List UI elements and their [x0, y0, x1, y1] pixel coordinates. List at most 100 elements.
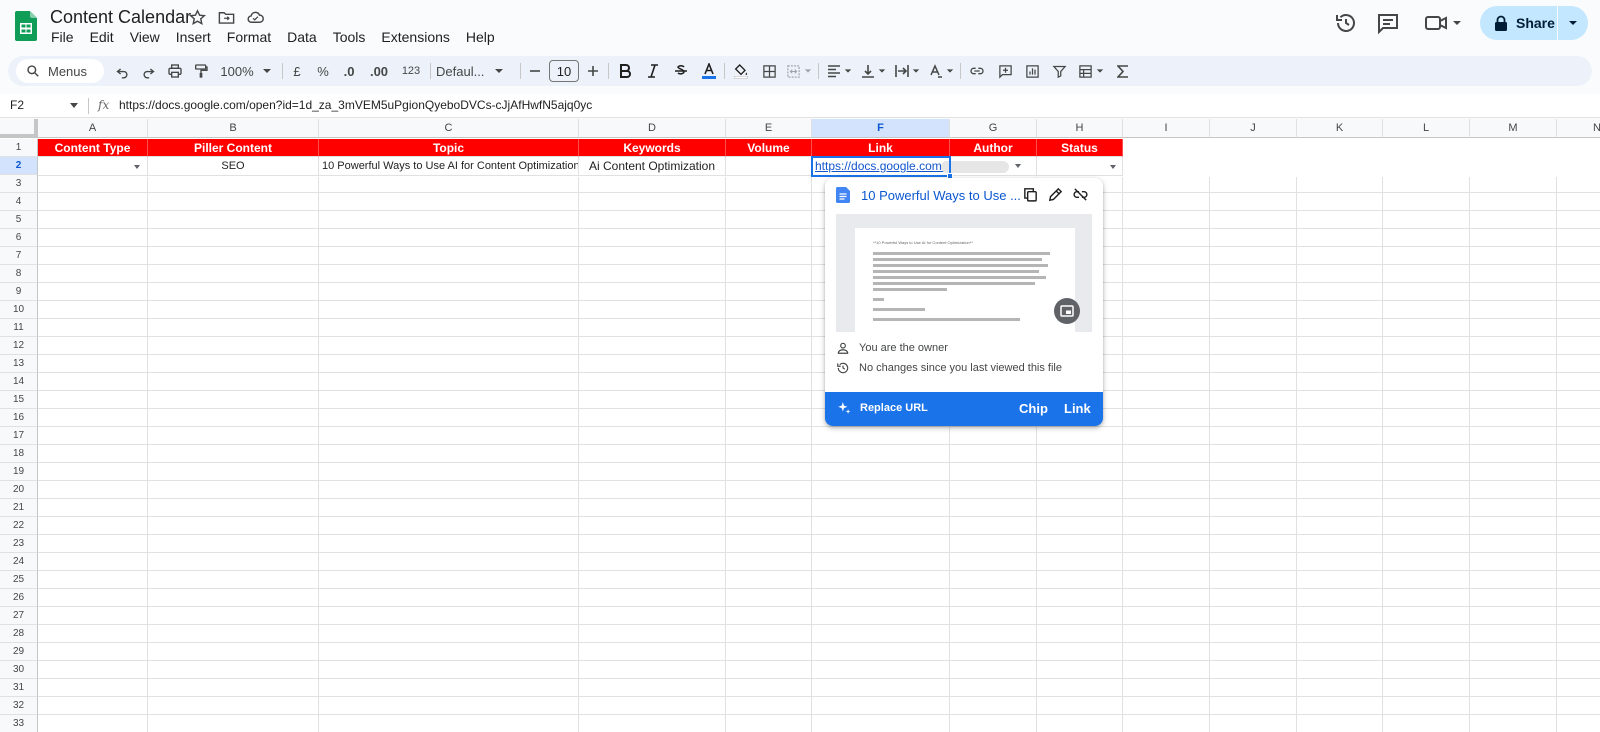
- bold-button[interactable]: [614, 56, 636, 86]
- menu-data[interactable]: Data: [279, 28, 325, 46]
- column-header-n[interactable]: N: [1557, 119, 1600, 138]
- header-cell-keywords[interactable]: Keywords: [579, 139, 726, 157]
- open-preview-button[interactable]: [1054, 298, 1080, 324]
- column-header-b[interactable]: B: [148, 119, 319, 138]
- share-button[interactable]: Share: [1480, 6, 1588, 40]
- row-header-27[interactable]: 27: [0, 607, 38, 625]
- row-header-21[interactable]: 21: [0, 499, 38, 517]
- functions-button[interactable]: [1112, 56, 1134, 86]
- author-chip[interactable]: [941, 161, 1009, 173]
- menu-help[interactable]: Help: [458, 28, 503, 46]
- menu-extensions[interactable]: Extensions: [373, 28, 457, 46]
- column-header-m[interactable]: M: [1470, 119, 1557, 138]
- text-wrapping-button[interactable]: [892, 56, 922, 86]
- link-button[interactable]: Link: [1064, 401, 1091, 416]
- menu-edit[interactable]: Edit: [82, 28, 122, 46]
- print-button[interactable]: [163, 56, 187, 86]
- sheets-logo-icon[interactable]: [15, 11, 37, 41]
- increase-font-size-button[interactable]: [583, 56, 603, 86]
- increase-decimal-button[interactable]: .00: [366, 56, 392, 86]
- column-header-g[interactable]: G: [950, 119, 1037, 138]
- row-header-24[interactable]: 24: [0, 553, 38, 571]
- copy-link-icon[interactable]: [1022, 186, 1039, 203]
- edit-link-icon[interactable]: [1047, 186, 1064, 203]
- header-cell-volume[interactable]: Volume: [726, 139, 812, 157]
- row-header-14[interactable]: 14: [0, 373, 38, 391]
- row-header-8[interactable]: 8: [0, 265, 38, 283]
- decrease-font-size-button[interactable]: [525, 56, 545, 86]
- menu-file[interactable]: File: [43, 28, 82, 46]
- text-color-button[interactable]: [698, 56, 720, 86]
- row-header-31[interactable]: 31: [0, 679, 38, 697]
- row-header-22[interactable]: 22: [0, 517, 38, 535]
- row-header-1[interactable]: 1: [0, 139, 38, 157]
- horizontal-align-button[interactable]: [824, 56, 854, 86]
- cell-a2-content-type-dropdown[interactable]: [38, 157, 148, 176]
- redo-button[interactable]: [136, 56, 160, 86]
- chip-button[interactable]: Chip: [1019, 401, 1048, 416]
- linked-file-title[interactable]: 10 Powerful Ways to Use ...: [861, 188, 1026, 203]
- move-folder-icon[interactable]: [217, 8, 236, 27]
- undo-button[interactable]: [110, 56, 134, 86]
- row-header-10[interactable]: 10: [0, 301, 38, 319]
- cell-d2-keywords[interactable]: Ai Content Optimization: [579, 157, 726, 176]
- borders-button[interactable]: [758, 56, 780, 86]
- search-menus-button[interactable]: Menus: [16, 59, 104, 83]
- font-family-select[interactable]: Defaul...: [436, 56, 516, 86]
- insert-comment-button[interactable]: [994, 56, 1016, 86]
- text-rotation-button[interactable]: [926, 56, 956, 86]
- menu-format[interactable]: Format: [219, 28, 279, 46]
- row-header-12[interactable]: 12: [0, 337, 38, 355]
- column-header-k[interactable]: K: [1297, 119, 1383, 138]
- row-header-13[interactable]: 13: [0, 355, 38, 373]
- fill-color-button[interactable]: [730, 56, 752, 86]
- row-header-26[interactable]: 26: [0, 589, 38, 607]
- row-header-20[interactable]: 20: [0, 481, 38, 499]
- column-header-e[interactable]: E: [726, 119, 812, 138]
- row-header-9[interactable]: 9: [0, 283, 38, 301]
- row-header-25[interactable]: 25: [0, 571, 38, 589]
- remove-link-icon[interactable]: [1072, 186, 1089, 203]
- row-header-32[interactable]: 32: [0, 697, 38, 715]
- cell-b2-piller-content[interactable]: SEO: [148, 157, 319, 176]
- header-cell-author[interactable]: Author: [950, 139, 1037, 157]
- percent-format-button[interactable]: %: [314, 56, 332, 86]
- formula-input[interactable]: https://docs.google.com/open?id=1d_za_3m…: [119, 98, 592, 112]
- italic-button[interactable]: [642, 56, 664, 86]
- version-history-icon[interactable]: [1334, 11, 1358, 35]
- row-header-18[interactable]: 18: [0, 445, 38, 463]
- row-header-2[interactable]: 2: [0, 157, 38, 175]
- row-header-19[interactable]: 19: [0, 463, 38, 481]
- paint-format-button[interactable]: [189, 56, 213, 86]
- column-header-l[interactable]: L: [1383, 119, 1470, 138]
- table-button[interactable]: [1074, 56, 1108, 86]
- menu-tools[interactable]: Tools: [325, 28, 374, 46]
- meet-video-icon[interactable]: [1424, 11, 1448, 35]
- font-size-input[interactable]: 10: [549, 60, 579, 82]
- create-filter-button[interactable]: [1048, 56, 1070, 86]
- column-header-c[interactable]: C: [319, 119, 579, 138]
- vertical-align-button[interactable]: [858, 56, 888, 86]
- document-title[interactable]: Content Calendar: [50, 7, 191, 28]
- header-cell-topic[interactable]: Topic: [319, 139, 579, 157]
- row-header-11[interactable]: 11: [0, 319, 38, 337]
- row-header-6[interactable]: 6: [0, 229, 38, 247]
- dropdown-arrow-icon[interactable]: [1015, 164, 1021, 168]
- header-cell-status[interactable]: Status: [1037, 139, 1123, 157]
- row-header-28[interactable]: 28: [0, 625, 38, 643]
- row-header-17[interactable]: 17: [0, 427, 38, 445]
- share-dropdown[interactable]: [1558, 6, 1588, 40]
- header-cell-piller-content[interactable]: Piller Content: [148, 139, 319, 157]
- insert-chart-button[interactable]: [1021, 56, 1043, 86]
- row-header-7[interactable]: 7: [0, 247, 38, 265]
- strikethrough-button[interactable]: [670, 56, 692, 86]
- comments-icon[interactable]: [1376, 11, 1400, 35]
- column-header-i[interactable]: I: [1123, 119, 1210, 138]
- zoom-select[interactable]: 100%: [218, 56, 274, 86]
- column-header-j[interactable]: J: [1210, 119, 1297, 138]
- header-cell-content-type[interactable]: Content Type: [38, 139, 148, 157]
- row-header-30[interactable]: 30: [0, 661, 38, 679]
- decrease-decimal-button[interactable]: .0: [338, 56, 360, 86]
- number-format-button[interactable]: 123: [398, 56, 424, 86]
- star-icon[interactable]: [188, 8, 207, 27]
